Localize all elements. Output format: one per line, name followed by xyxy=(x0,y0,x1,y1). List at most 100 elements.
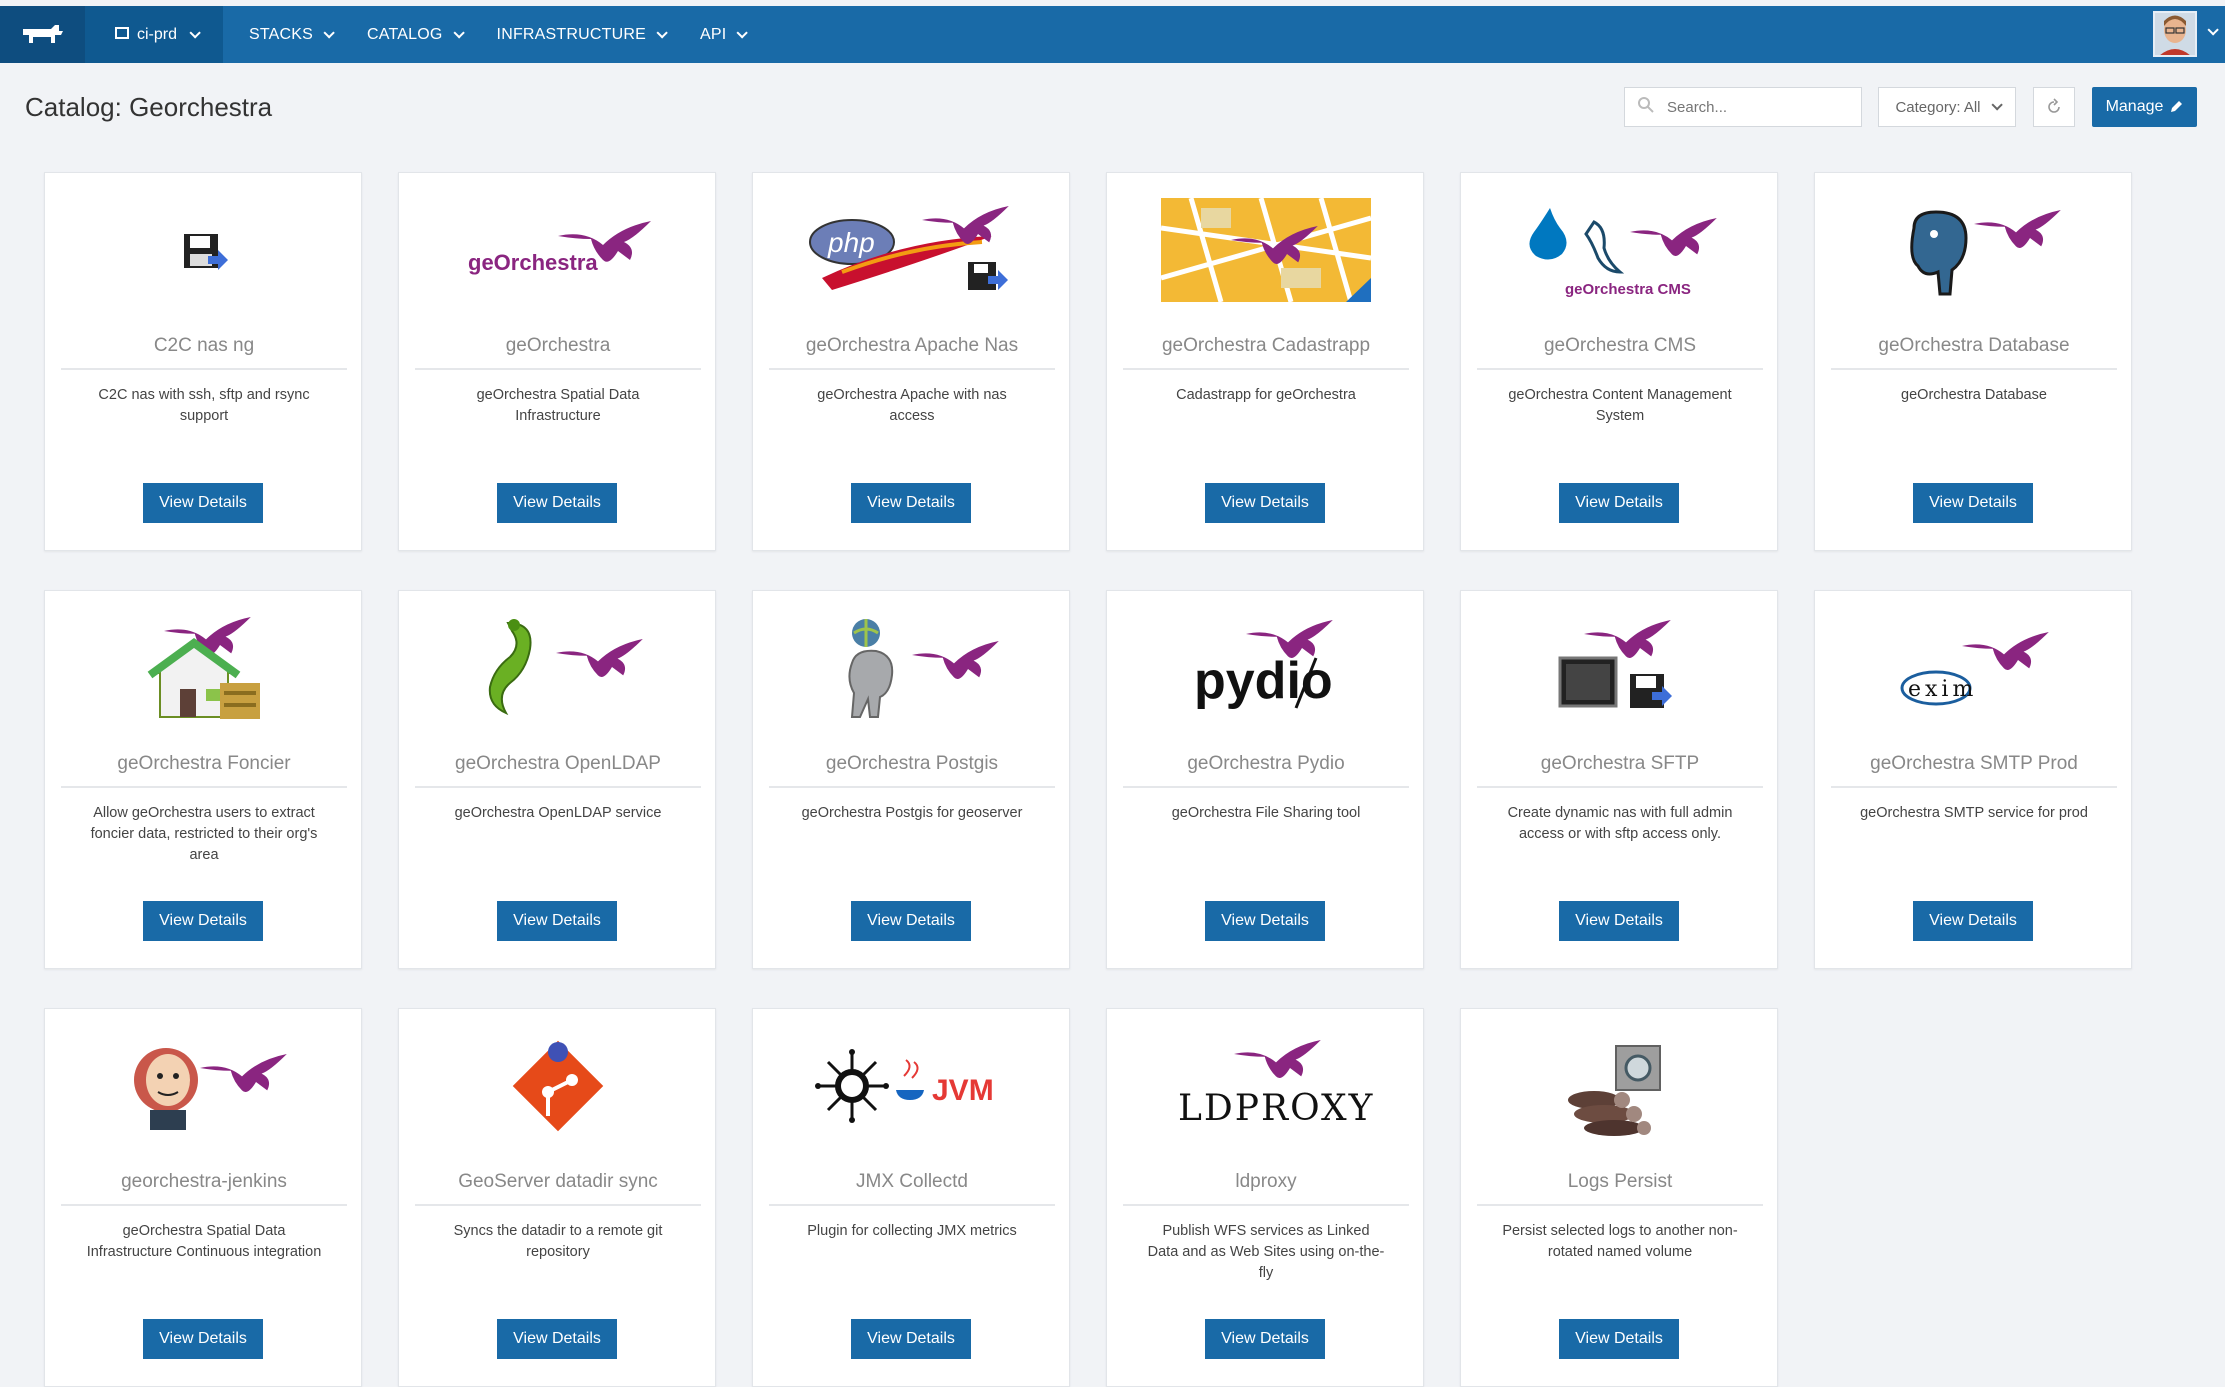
view-details-button[interactable]: View Details xyxy=(1205,1319,1325,1359)
user-avatar-icon[interactable] xyxy=(2153,11,2197,57)
card-title: georchestra-jenkins xyxy=(121,1171,287,1192)
card-title: geOrchestra SMTP Prod xyxy=(1870,753,2078,774)
php-apache-icon: php xyxy=(753,195,1071,305)
divider xyxy=(1123,368,1409,370)
search-box[interactable] xyxy=(1624,87,1862,127)
logo-text: geOrchestra xyxy=(468,250,598,275)
card-description: geOrchestra Apache with nas access xyxy=(817,387,1007,424)
card-title: geOrchestra Foncier xyxy=(117,753,291,774)
card-description: geOrchestra Spatial Data Infrastructure … xyxy=(86,1223,322,1260)
refresh-button[interactable] xyxy=(2033,87,2075,127)
card-description: geOrchestra SMTP service for prod xyxy=(1860,805,2088,821)
category-dropdown[interactable]: Category: All xyxy=(1878,87,2016,127)
view-details-button[interactable]: View Details xyxy=(1559,483,1679,523)
view-details-button[interactable]: View Details xyxy=(143,483,263,523)
logo-text: LDPROXY xyxy=(1178,1088,1374,1129)
pydio-icon: pydio xyxy=(1107,613,1425,723)
catalog-card: php geOrchestra Apache Nas geOrchestra Apa… xyxy=(752,172,1070,551)
card-title: C2C nas ng xyxy=(153,335,255,356)
view-details-button[interactable]: View Details xyxy=(851,1319,971,1359)
floppy-disk-icon xyxy=(45,195,363,305)
view-details-button[interactable]: View Details xyxy=(851,483,971,523)
view-details-button[interactable]: View Details xyxy=(1913,901,2033,941)
nav-infrastructure[interactable]: INFRASTRUCTURE xyxy=(497,26,668,44)
divider xyxy=(61,1204,347,1206)
divider xyxy=(415,368,701,370)
category-label: Category: All xyxy=(1895,98,1981,116)
divider xyxy=(415,1204,701,1206)
ldproxy-logo: LDPROXY xyxy=(1107,1031,1425,1141)
divider xyxy=(415,786,701,788)
georchestra-logo: geOrchestra xyxy=(399,195,717,305)
card-title: geOrchestra Pydio xyxy=(1187,753,1345,774)
catalog-card: geOrchestra Database geOrchestra Database… xyxy=(1814,172,2132,551)
nav-catalog[interactable]: CATALOG xyxy=(367,26,465,44)
view-details-button[interactable]: View Details xyxy=(1559,1319,1679,1359)
logo-text: exim xyxy=(1908,677,1977,702)
view-details-button[interactable]: View Details xyxy=(1559,901,1679,941)
view-details-button[interactable]: View Details xyxy=(497,483,617,523)
card-description: geOrchestra Database xyxy=(1901,387,2047,403)
divider xyxy=(1123,1204,1409,1206)
card-title: ldproxy xyxy=(1235,1171,1297,1192)
card-title: geOrchestra Cadastrapp xyxy=(1161,335,1371,356)
manage-button[interactable]: Manage xyxy=(2092,87,2197,127)
card-description: Allow geOrchestra users to extract fonci… xyxy=(90,805,318,863)
divider xyxy=(1831,368,2117,370)
view-details-button[interactable]: View Details xyxy=(143,901,263,941)
chevron-down-icon xyxy=(656,26,668,39)
nav-stacks[interactable]: STACKS xyxy=(249,26,335,44)
drupal-cms-icon: geOrchestra CMS xyxy=(1461,195,1779,305)
chevron-down-icon xyxy=(323,26,335,39)
card-description: geOrchestra Content Management System xyxy=(1508,387,1732,424)
card-description: Create dynamic nas with full admin acces… xyxy=(1507,805,1733,842)
jenkins-butler-icon xyxy=(45,1031,363,1141)
manage-label: Manage xyxy=(2105,98,2164,115)
chevron-down-icon xyxy=(189,26,201,39)
openldap-worm-icon xyxy=(399,613,717,723)
refresh-icon xyxy=(2048,98,2060,113)
pencil-icon xyxy=(2171,101,2183,112)
cadastre-map-icon xyxy=(1107,195,1425,305)
rancher-logo-icon[interactable] xyxy=(0,6,85,63)
card-title: geOrchestra Apache Nas xyxy=(805,335,1019,356)
log-safe-icon xyxy=(1461,1031,1779,1141)
nav-api[interactable]: API xyxy=(700,26,749,44)
logo-text: JVM xyxy=(932,1074,994,1107)
catalog-card: geOrchestra geOrchestra geOrchestra Spatia… xyxy=(398,172,716,551)
card-description: C2C nas with ssh, sftp and rsync support xyxy=(98,387,310,424)
search-input[interactable] xyxy=(1667,98,1847,116)
catalog-card: JVM JMX Collectd Plugin for collecting JMX… xyxy=(752,1008,1070,1387)
card-description: Plugin for collecting JMX metrics xyxy=(807,1223,1017,1239)
collectd-java-icon: JVM xyxy=(753,1031,1071,1141)
catalog-card: geOrchestra SFTP Create dynamic nas with … xyxy=(1460,590,1778,969)
view-details-button[interactable]: View Details xyxy=(497,901,617,941)
card-title: geOrchestra Postgis xyxy=(825,753,999,774)
view-details-button[interactable]: View Details xyxy=(1205,901,1325,941)
top-navbar: ci-prd STACKS CATALOG INFRASTRUCTURE API xyxy=(0,6,2225,63)
environment-selector[interactable]: ci-prd xyxy=(85,6,224,63)
view-details-button[interactable]: View Details xyxy=(497,1319,617,1359)
chevron-down-icon[interactable] xyxy=(2207,24,2219,36)
card-title: geOrchestra xyxy=(505,335,611,356)
git-diamond-icon xyxy=(399,1031,717,1141)
divider xyxy=(1477,368,1763,370)
postgres-elephant-icon xyxy=(1815,195,2133,305)
logo-text: geOrchestra CMS xyxy=(1565,281,1691,298)
card-title: geOrchestra SFTP xyxy=(1540,753,1700,774)
divider xyxy=(1123,786,1409,788)
catalog-card: geOrchestra Foncier Allow geOrchestra use… xyxy=(44,590,362,969)
card-description: geOrchestra Postgis for geoserver xyxy=(801,805,1023,821)
catalog-card: geOrchestra CMS geOrchestra CMS geOrchestr… xyxy=(1460,172,1778,551)
chevron-down-icon xyxy=(1990,99,2003,111)
view-details-button[interactable]: View Details xyxy=(143,1319,263,1359)
divider xyxy=(1831,786,2117,788)
catalog-card: GeoServer datadir sync Syncs the datadir … xyxy=(398,1008,716,1387)
view-details-button[interactable]: View Details xyxy=(851,901,971,941)
divider xyxy=(769,1204,1055,1206)
view-details-button[interactable]: View Details xyxy=(1205,483,1325,523)
divider xyxy=(769,786,1055,788)
chevron-down-icon xyxy=(453,26,465,39)
card-title: GeoServer datadir sync xyxy=(458,1171,658,1192)
view-details-button[interactable]: View Details xyxy=(1913,483,2033,523)
